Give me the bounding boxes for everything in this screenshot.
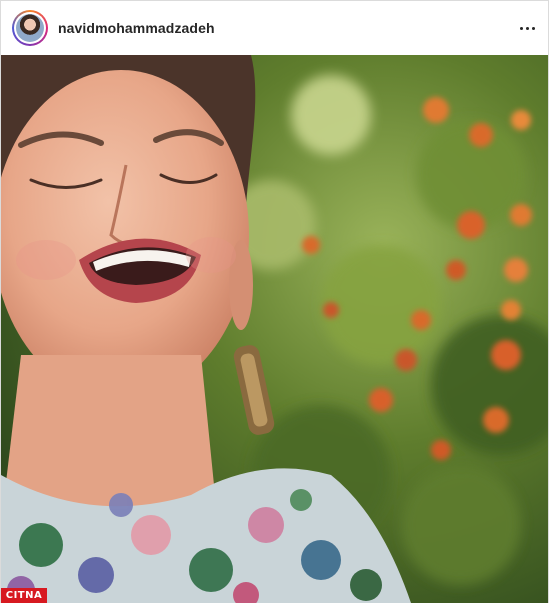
more-horizontal-icon [519,26,523,30]
more-horizontal-icon [531,26,535,30]
avatar-frame [14,12,46,44]
avatar[interactable] [16,14,44,42]
photo-illustration [1,55,548,603]
instagram-post: navidmohammadzadeh CITNA [0,0,549,603]
more-horizontal-icon [525,26,529,30]
post-header: navidmohammadzadeh [1,1,548,55]
more-options-button[interactable] [516,18,538,38]
post-photo[interactable]: CITNA [1,55,548,603]
story-ring[interactable] [12,10,48,46]
post-username[interactable]: navidmohammadzadeh [58,20,215,36]
watermark-logo: CITNA [1,588,47,603]
